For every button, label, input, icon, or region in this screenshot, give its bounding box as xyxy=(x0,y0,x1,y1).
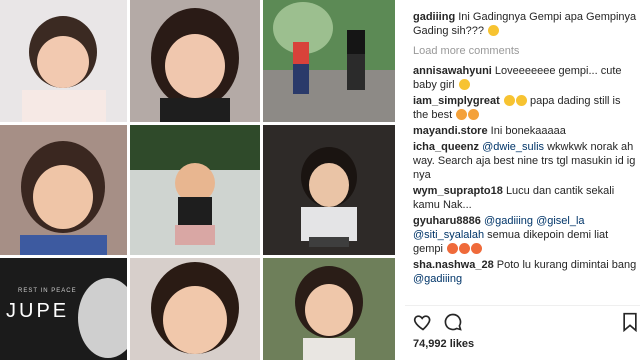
photo-tile-7[interactable]: REST IN PEACE JUPE xyxy=(0,258,127,360)
comment: sha.nashwa_28 Poto lu kurang dimintai ba… xyxy=(413,258,638,286)
divider xyxy=(405,305,640,306)
comment-icon[interactable] xyxy=(443,312,463,337)
photo-tile-8[interactable] xyxy=(130,258,260,360)
comment-text: Ini bonekaaaaa xyxy=(490,125,566,137)
comment: annisawahyuni Loveeeeeee gempi... cute b… xyxy=(413,64,638,92)
photo-tile-3[interactable] xyxy=(263,0,395,122)
photo-tile-4[interactable] xyxy=(0,125,127,255)
comment: gadiiing Ini Gadingnya Gempi apa Gempiny… xyxy=(413,10,638,38)
comment: mayandi.store Ini bonekaaaaa xyxy=(413,124,638,138)
comment-username[interactable]: gadiiing xyxy=(413,11,455,23)
photo-grid: REST IN PEACE JUPE xyxy=(0,0,395,360)
emoji-icon xyxy=(459,243,471,254)
thumbs-up-icon xyxy=(468,109,480,120)
photo-tile-5[interactable] xyxy=(130,125,260,255)
photo-tile-2[interactable] xyxy=(130,0,260,122)
comment: iam_simplygreat papa dading still is the… xyxy=(413,94,638,122)
thumbs-up-icon xyxy=(456,109,468,120)
comment-username[interactable]: iam_simplygreat xyxy=(413,95,500,107)
emoji-icon xyxy=(503,95,515,106)
emoji-icon xyxy=(515,95,527,106)
comment-username[interactable]: wym_suprapto18 xyxy=(413,185,503,197)
comment: wym_suprapto18 Lucu dan cantik sekali ka… xyxy=(413,184,638,212)
comments-list: gadiiing Ini Gadingnya Gempi apa Gempiny… xyxy=(413,10,638,288)
comment-username[interactable]: sha.nashwa_28 xyxy=(413,259,494,271)
banner-small: REST IN PEACE xyxy=(18,288,77,294)
banner-title: JUPE xyxy=(6,300,70,322)
emoji-icon xyxy=(458,79,470,90)
photo-tile-9[interactable] xyxy=(263,258,395,360)
comment: icha_queenz @dwie_sulis wkwkwk norak ah … xyxy=(413,140,638,182)
bookmark-icon[interactable] xyxy=(621,312,639,337)
photo-tile-6[interactable] xyxy=(263,125,395,255)
emoji-icon xyxy=(447,243,459,254)
comment-text: Poto lu kurang dimintai bang xyxy=(496,259,637,271)
photo-tile-1[interactable] xyxy=(0,0,127,122)
emoji-icon xyxy=(471,243,483,254)
comments-panel: gadiiing Ini Gadingnya Gempi apa Gempiny… xyxy=(405,0,640,360)
heart-icon[interactable] xyxy=(413,312,433,337)
comment-username[interactable]: annisawahyuni xyxy=(413,65,492,77)
load-more-comments[interactable]: Load more comments xyxy=(413,44,638,58)
comment-mention[interactable]: @gadiiing xyxy=(413,273,462,285)
comment: gyuharu8886 @gadiiing @gisel_la @siti_sy… xyxy=(413,214,638,256)
emoji-icon xyxy=(488,25,500,36)
comment-username[interactable]: gyuharu8886 xyxy=(413,215,481,227)
comment-mention[interactable]: @dwie_sulis xyxy=(482,141,544,153)
likes-count[interactable]: 74,992 likes xyxy=(413,338,474,350)
post-actions xyxy=(413,312,638,334)
comment-username[interactable]: mayandi.store xyxy=(413,125,488,137)
comment-username[interactable]: icha_queenz xyxy=(413,141,479,153)
